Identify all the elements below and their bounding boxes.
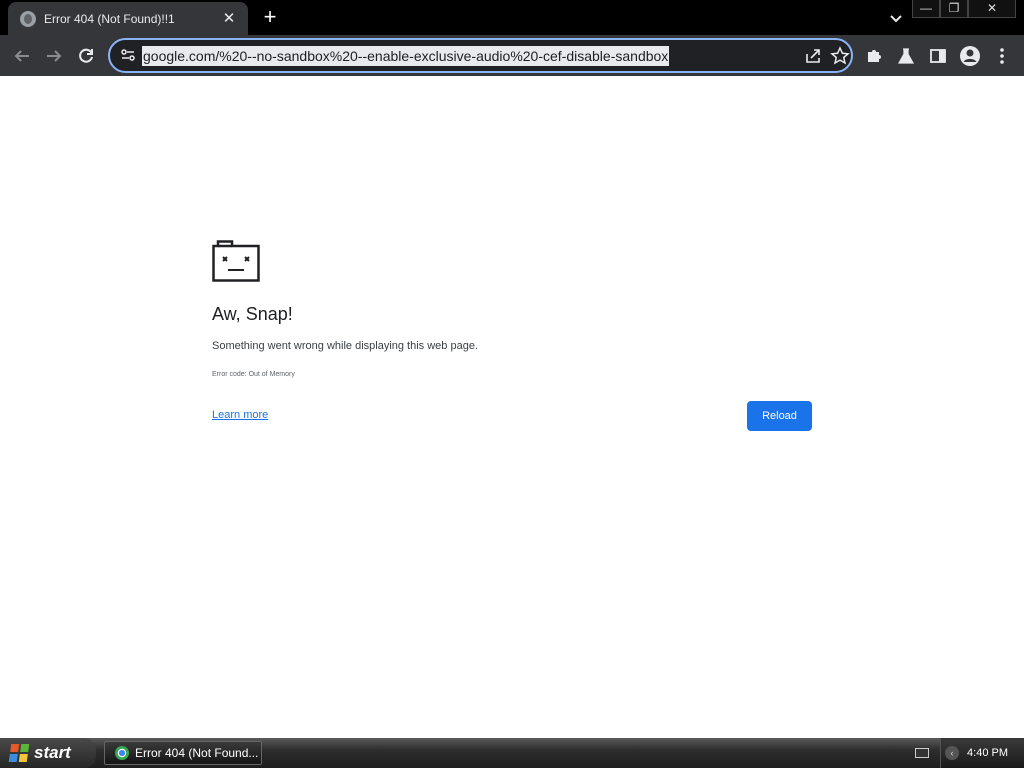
browser-tab[interactable]: Error 404 (Not Found)!!1 ✕ [8,2,248,35]
keyboard-icon[interactable] [915,748,929,758]
tab-close-button[interactable]: ✕ [220,10,238,28]
taskbar-item-browser[interactable]: Error 404 (Not Found... [104,741,262,765]
refresh-icon [79,48,93,63]
avatar-icon [960,46,980,66]
window-controls: — ❐ ✕ [912,0,1016,18]
reload-toolbar-button[interactable] [74,44,98,68]
reload-button[interactable]: Reload [747,401,812,431]
tab-title: Error 404 (Not Found)!!1 [44,11,175,26]
clock[interactable]: 4:40 PM [967,747,1008,759]
url-text[interactable]: google.com/%20--no-sandbox%20--enable-ex… [142,46,670,66]
start-button[interactable]: start [0,738,96,768]
minimize-button[interactable]: — [912,0,940,18]
screen: Error 404 (Not Found)!!1 ✕ + — ❐ ✕ googl… [0,0,1024,768]
flask-icon [897,48,915,64]
system-tray: ‹ 4:40 PM [940,738,1024,768]
error-title: Aw, Snap! [212,304,293,324]
taskbar: start Error 404 (Not Found... ‹ 4:40 PM [0,738,1024,768]
close-window-button[interactable]: ✕ [968,0,1016,18]
share-icon[interactable] [804,47,822,65]
puzzle-icon [868,50,881,62]
windows-logo-icon [8,744,30,762]
arrow-right-icon [47,50,62,62]
restore-button[interactable]: ❐ [940,0,968,18]
start-label: start [34,743,71,762]
bookmark-star-icon[interactable] [830,46,850,66]
side-panel-button[interactable] [926,44,950,68]
sad-tab-icon [212,240,260,282]
globe-icon [20,10,36,27]
menu-button[interactable] [990,44,1014,68]
forward-button[interactable] [42,44,66,68]
labs-button[interactable] [894,44,918,68]
tab-strip: Error 404 (Not Found)!!1 ✕ + — ❐ ✕ [0,0,1024,35]
new-tab-button[interactable]: + [258,5,282,29]
side-panel-icon [930,49,946,63]
error-code: Error code: Out of Memory [212,371,295,378]
back-button[interactable] [10,44,34,68]
tray-expand-icon[interactable]: ‹ [945,746,959,760]
chrome-icon [115,746,129,760]
site-settings-icon[interactable] [120,47,136,63]
learn-more-link[interactable]: Learn more [212,409,268,421]
error-message: Something went wrong while displaying th… [212,340,478,352]
more-vertical-icon [1000,48,1004,64]
arrow-left-icon [14,50,29,62]
page-content: Aw, Snap! Something went wrong while dis… [0,76,1024,738]
extensions-button[interactable] [862,44,886,68]
browser-toolbar: google.com/%20--no-sandbox%20--enable-ex… [0,35,1024,76]
profile-button[interactable] [958,44,982,68]
chevron-down-icon[interactable] [886,8,906,28]
address-bar[interactable]: google.com/%20--no-sandbox%20--enable-ex… [108,38,853,73]
taskbar-item-label: Error 404 (Not Found... [135,746,259,760]
